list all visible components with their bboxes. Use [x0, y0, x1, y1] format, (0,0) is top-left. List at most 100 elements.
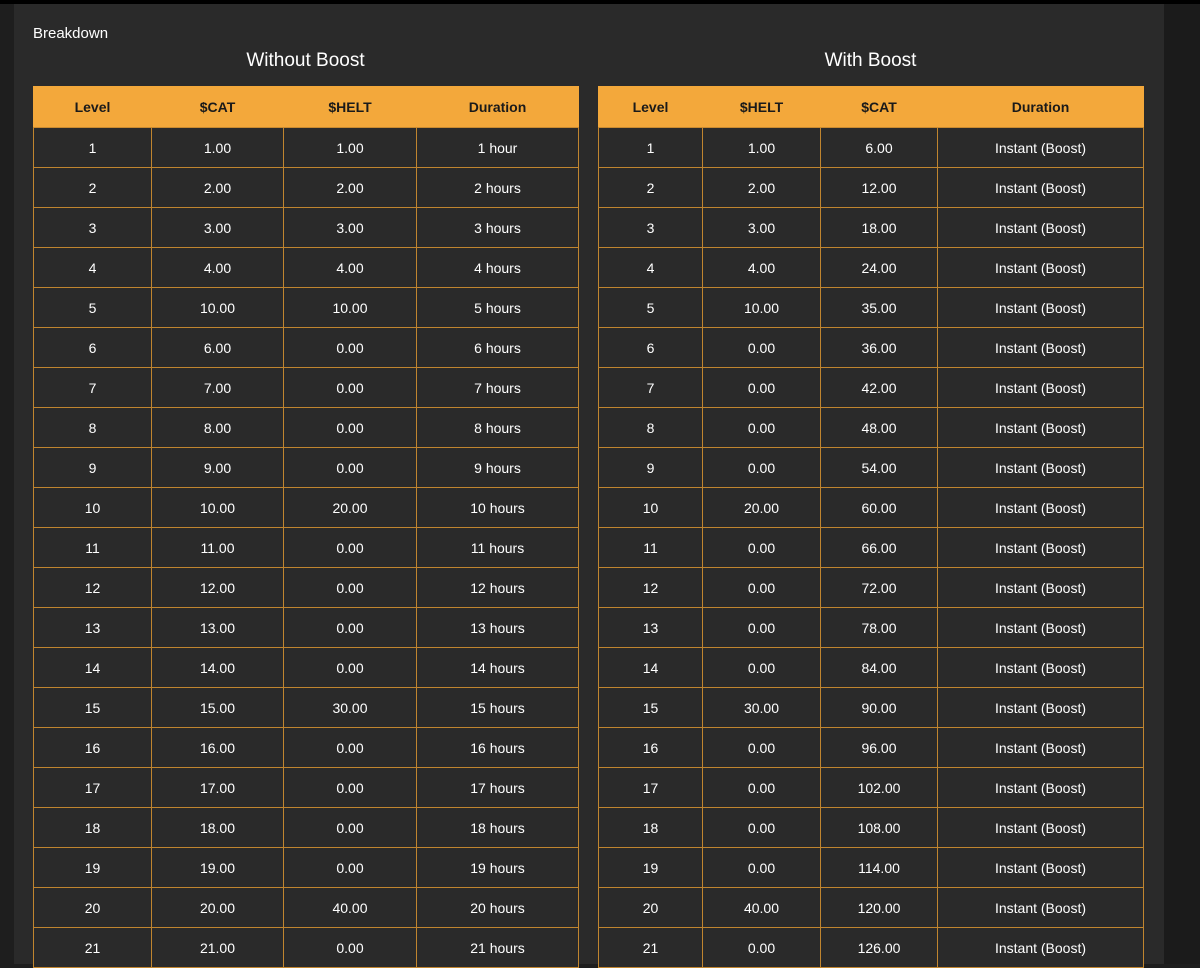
- column-header-duration: Duration: [937, 86, 1144, 128]
- value-cell: 84.00: [820, 647, 938, 688]
- value-cell: 0.00: [702, 567, 821, 608]
- level-cell: 11: [598, 527, 703, 568]
- value-cell: 0.00: [283, 407, 417, 448]
- level-cell: 17: [598, 767, 703, 808]
- table-row: 8 8.00 0.00 8 hours: [33, 407, 579, 448]
- with-boost-table: Level $HELT $CAT Duration 1 1.00 6.00 Insta…: [598, 86, 1144, 968]
- table-row: 2 2.00 2.00 2 hours: [33, 167, 579, 208]
- duration-cell: 11 hours: [416, 527, 579, 568]
- duration-cell: Instant (Boost): [937, 847, 1144, 888]
- duration-cell: Instant (Boost): [937, 367, 1144, 408]
- table-header-row: Level $CAT $HELT Duration: [33, 86, 579, 128]
- value-cell: 0.00: [283, 927, 417, 968]
- duration-cell: Instant (Boost): [937, 727, 1144, 768]
- duration-cell: 2 hours: [416, 167, 579, 208]
- table-row: 13 13.00 0.00 13 hours: [33, 607, 579, 648]
- value-cell: 0.00: [702, 927, 821, 968]
- value-cell: 0.00: [283, 327, 417, 368]
- column-header-cat: $CAT: [151, 86, 284, 128]
- duration-cell: Instant (Boost): [937, 287, 1144, 328]
- duration-cell: Instant (Boost): [937, 207, 1144, 248]
- without-boost-table: Level $CAT $HELT Duration 1 1.00 1.00 1 hou…: [33, 86, 579, 968]
- value-cell: 20.00: [702, 487, 821, 528]
- value-cell: 11.00: [151, 527, 284, 568]
- duration-cell: Instant (Boost): [937, 927, 1144, 968]
- level-cell: 5: [598, 287, 703, 328]
- value-cell: 18.00: [820, 207, 938, 248]
- table-row: 1 1.00 6.00 Instant (Boost): [598, 127, 1144, 168]
- value-cell: 0.00: [702, 607, 821, 648]
- table-row: 8 0.00 48.00 Instant (Boost): [598, 407, 1144, 448]
- level-cell: 19: [33, 847, 152, 888]
- table-row: 14 14.00 0.00 14 hours: [33, 647, 579, 688]
- level-cell: 11: [33, 527, 152, 568]
- duration-cell: 21 hours: [416, 927, 579, 968]
- duration-cell: 7 hours: [416, 367, 579, 408]
- level-cell: 10: [33, 487, 152, 528]
- table-row: 16 16.00 0.00 16 hours: [33, 727, 579, 768]
- value-cell: 4.00: [702, 247, 821, 288]
- column-header-level: Level: [33, 86, 152, 128]
- value-cell: 120.00: [820, 887, 938, 928]
- value-cell: 96.00: [820, 727, 938, 768]
- duration-cell: Instant (Boost): [937, 807, 1144, 848]
- value-cell: 40.00: [283, 887, 417, 928]
- value-cell: 1.00: [702, 127, 821, 168]
- value-cell: 0.00: [283, 367, 417, 408]
- duration-cell: Instant (Boost): [937, 167, 1144, 208]
- level-cell: 12: [598, 567, 703, 608]
- level-cell: 21: [598, 927, 703, 968]
- duration-cell: 12 hours: [416, 567, 579, 608]
- table-row: 20 20.00 40.00 20 hours: [33, 887, 579, 928]
- level-cell: 16: [598, 727, 703, 768]
- value-cell: 102.00: [820, 767, 938, 808]
- column-header-duration: Duration: [416, 86, 579, 128]
- table-row: 12 12.00 0.00 12 hours: [33, 567, 579, 608]
- table-row: 17 17.00 0.00 17 hours: [33, 767, 579, 808]
- table-row: 7 0.00 42.00 Instant (Boost): [598, 367, 1144, 408]
- value-cell: 24.00: [820, 247, 938, 288]
- value-cell: 9.00: [151, 447, 284, 488]
- value-cell: 0.00: [283, 727, 417, 768]
- table-row: 15 15.00 30.00 15 hours: [33, 687, 579, 728]
- value-cell: 0.00: [702, 847, 821, 888]
- value-cell: 42.00: [820, 367, 938, 408]
- duration-cell: 3 hours: [416, 207, 579, 248]
- duration-cell: Instant (Boost): [937, 487, 1144, 528]
- value-cell: 17.00: [151, 767, 284, 808]
- value-cell: 0.00: [283, 647, 417, 688]
- duration-cell: 19 hours: [416, 847, 579, 888]
- column-header-level: Level: [598, 86, 703, 128]
- value-cell: 66.00: [820, 527, 938, 568]
- with-boost-rows: 1 1.00 6.00 Instant (Boost) 2 2.00 12.00 Instan…: [598, 127, 1144, 968]
- value-cell: 0.00: [702, 527, 821, 568]
- table-row: 15 30.00 90.00 Instant (Boost): [598, 687, 1144, 728]
- breakdown-heading: Breakdown: [33, 25, 109, 42]
- level-cell: 8: [598, 407, 703, 448]
- level-cell: 1: [598, 127, 703, 168]
- duration-cell: 17 hours: [416, 767, 579, 808]
- level-cell: 2: [33, 167, 152, 208]
- value-cell: 0.00: [702, 407, 821, 448]
- table-row: 17 0.00 102.00 Instant (Boost): [598, 767, 1144, 808]
- table-row: 11 11.00 0.00 11 hours: [33, 527, 579, 568]
- value-cell: 0.00: [702, 327, 821, 368]
- level-cell: 6: [598, 327, 703, 368]
- value-cell: 0.00: [702, 647, 821, 688]
- level-cell: 18: [598, 807, 703, 848]
- level-cell: 2: [598, 167, 703, 208]
- duration-cell: Instant (Boost): [937, 607, 1144, 648]
- level-cell: 16: [33, 727, 152, 768]
- duration-cell: 18 hours: [416, 807, 579, 848]
- value-cell: 0.00: [283, 767, 417, 808]
- duration-cell: Instant (Boost): [937, 127, 1144, 168]
- table-row: 10 10.00 20.00 10 hours: [33, 487, 579, 528]
- value-cell: 12.00: [820, 167, 938, 208]
- level-cell: 6: [33, 327, 152, 368]
- table-row: 5 10.00 10.00 5 hours: [33, 287, 579, 328]
- table-row: 3 3.00 18.00 Instant (Boost): [598, 207, 1144, 248]
- level-cell: 20: [598, 887, 703, 928]
- duration-cell: Instant (Boost): [937, 687, 1144, 728]
- duration-cell: 1 hour: [416, 127, 579, 168]
- level-cell: 7: [598, 367, 703, 408]
